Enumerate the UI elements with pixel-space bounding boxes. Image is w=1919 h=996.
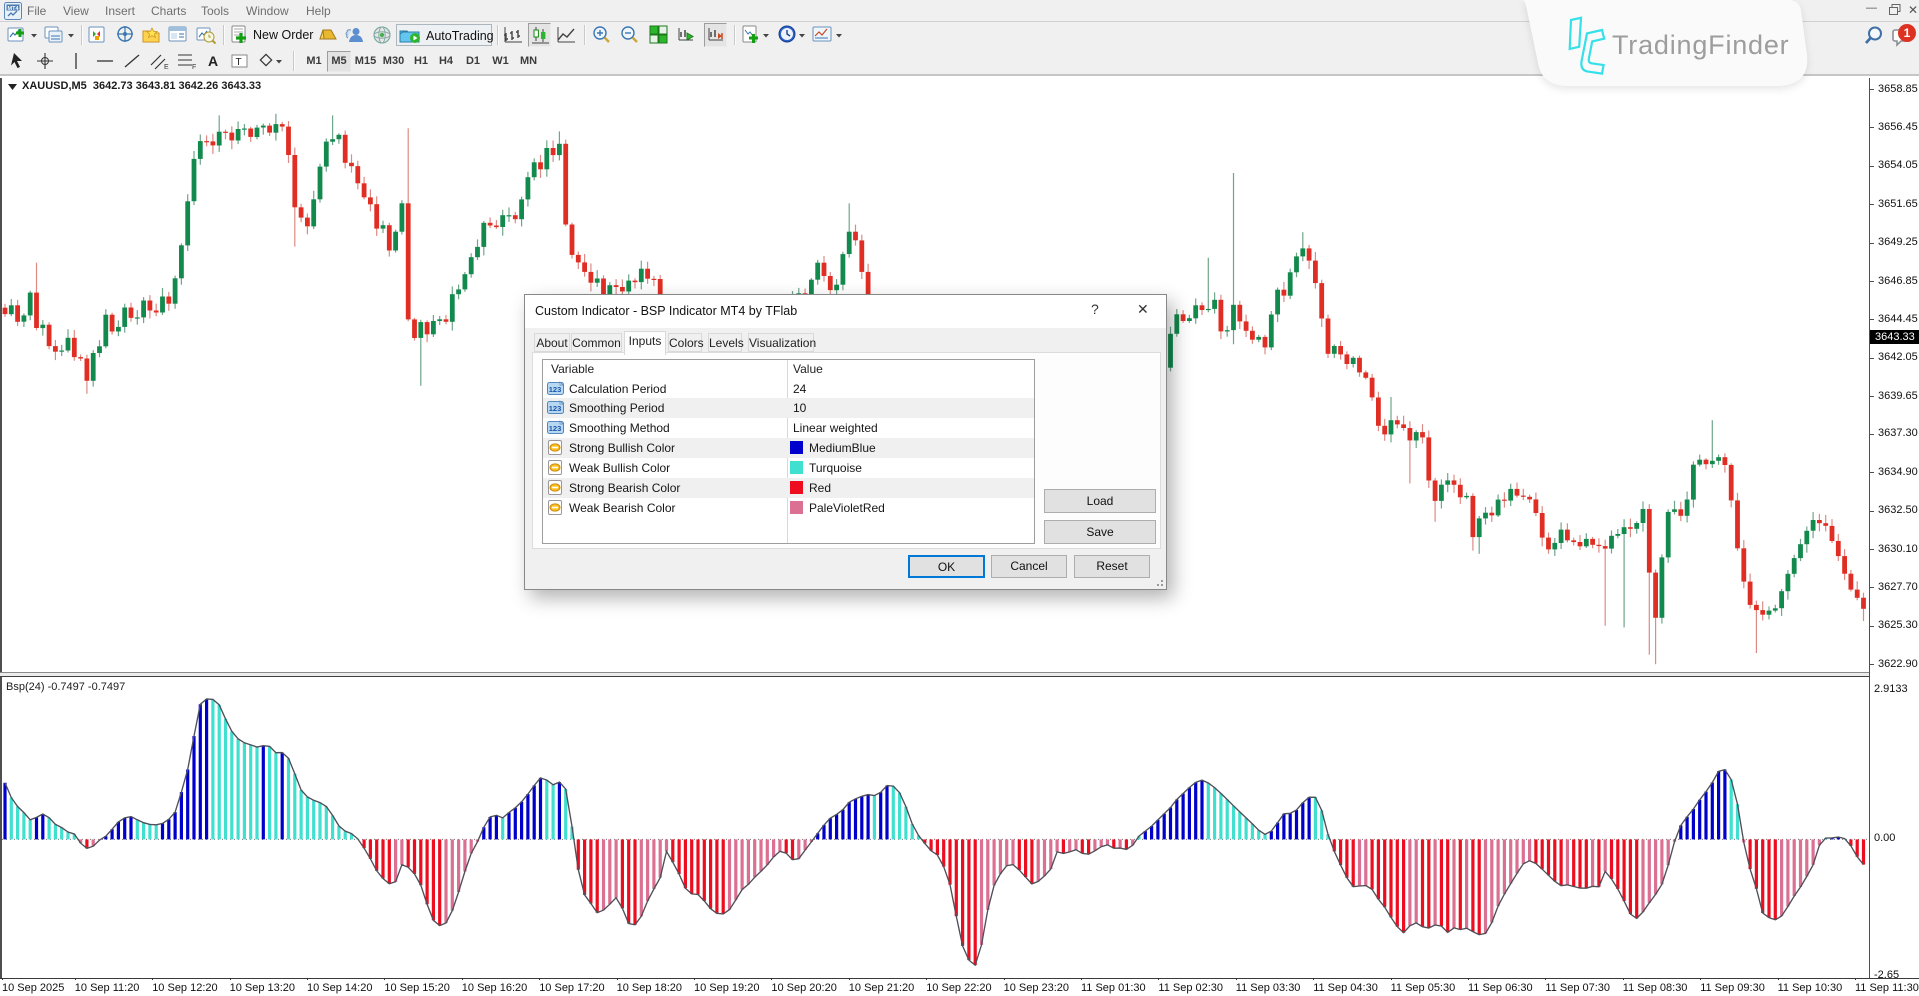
svg-text:F: F: [192, 64, 196, 71]
svg-text:123: 123: [549, 424, 562, 433]
svg-text:E: E: [164, 64, 169, 71]
svg-text:123: 123: [549, 385, 562, 394]
svg-text:MT4: MT4: [8, 6, 20, 12]
svg-text:A: A: [208, 53, 218, 69]
svg-text:123: 123: [549, 404, 562, 413]
svg-text:T: T: [236, 57, 242, 68]
svg-text:1: 1: [1904, 26, 1911, 40]
